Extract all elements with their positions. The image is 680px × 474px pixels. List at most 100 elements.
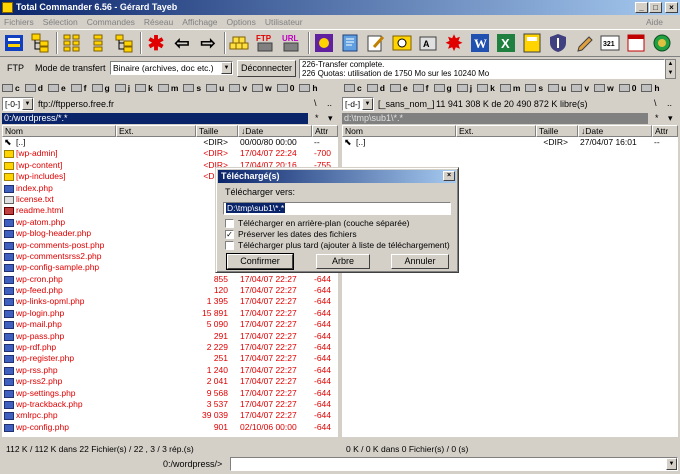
disconnect-button[interactable]: Déconnecter bbox=[237, 60, 296, 77]
file-row[interactable]: wp-mail.php 5 090 17/04/07 22:27 -644 bbox=[2, 319, 338, 330]
calculator-icon[interactable] bbox=[521, 32, 543, 54]
drive-button[interactable]: w bbox=[594, 83, 614, 93]
drive-button[interactable]: j bbox=[456, 83, 472, 93]
file-row[interactable]: wp-rss.php 1 240 17/04/07 22:27 -644 bbox=[2, 365, 338, 376]
menu-fichiers[interactable]: Fichiers bbox=[4, 17, 34, 27]
left-history-button[interactable]: * bbox=[315, 113, 319, 123]
brief-view-icon[interactable] bbox=[61, 32, 83, 54]
drive-button[interactable]: e bbox=[389, 83, 408, 93]
drive-button[interactable]: f bbox=[70, 83, 87, 93]
drive-button[interactable]: w bbox=[252, 83, 272, 93]
menu-utilisateur[interactable]: Utilisateur bbox=[265, 17, 303, 27]
right-current-path[interactable]: d:\tmp\sub1\*.* bbox=[342, 113, 648, 124]
menu-selection[interactable]: Sélection bbox=[43, 17, 78, 27]
left-drive-select[interactable]: [-0-] ▼ bbox=[2, 97, 34, 111]
file-row[interactable]: xmlrpc.php 39 039 17/04/07 22:27 -644 bbox=[2, 410, 338, 421]
maximize-button[interactable]: □ bbox=[649, 2, 662, 13]
tree-icon[interactable] bbox=[29, 32, 51, 54]
shield-icon[interactable] bbox=[547, 32, 569, 54]
right-drive-select[interactable]: [-d-] ▼ bbox=[342, 97, 374, 111]
plugin-icon[interactable] bbox=[313, 32, 335, 54]
full-view-icon[interactable] bbox=[87, 32, 109, 54]
ftp-connect-icon[interactable]: FTP bbox=[255, 32, 277, 54]
back-arrow-icon[interactable]: ⇦ bbox=[171, 32, 193, 54]
tree-button[interactable]: Arbre bbox=[316, 254, 370, 269]
file-row[interactable]: wp-pass.php 291 17/04/07 22:27 -644 bbox=[2, 331, 338, 342]
drive-button[interactable]: d bbox=[24, 83, 43, 93]
file-row[interactable]: wp-rss2.php 2 041 17/04/07 22:27 -644 bbox=[2, 376, 338, 387]
drive-button[interactable]: e bbox=[47, 83, 66, 93]
drive-button[interactable]: h bbox=[299, 83, 318, 93]
forward-arrow-icon[interactable]: ⇨ bbox=[197, 32, 219, 54]
drive-button[interactable]: k bbox=[135, 83, 153, 93]
column-size[interactable]: Taille bbox=[196, 125, 238, 137]
minimize-button[interactable]: _ bbox=[635, 2, 648, 13]
drive-button[interactable]: u bbox=[206, 83, 224, 93]
left-current-path[interactable]: 0:/wordpress/*.* bbox=[2, 113, 308, 124]
parent-button[interactable]: .. bbox=[327, 98, 332, 108]
file-row[interactable]: wp-links-opml.php 1 395 17/04/07 22:27 -644 bbox=[2, 296, 338, 307]
drive-button[interactable]: 0 bbox=[618, 83, 636, 93]
file-row[interactable]: ⬉ [..] <DIR> 27/04/07 16:01 -- bbox=[342, 137, 678, 148]
file-row[interactable]: wp-settings.php 9 568 17/04/07 22:27 -644 bbox=[2, 388, 338, 399]
root-button[interactable]: \ bbox=[314, 98, 317, 108]
splash-icon[interactable]: ✸ bbox=[443, 32, 465, 55]
left-hotlist-button[interactable]: ▾ bbox=[328, 113, 333, 124]
parent-button[interactable]: .. bbox=[667, 98, 672, 108]
download-later-checkbox[interactable]: Télécharger plus tard (ajouter à liste d… bbox=[225, 240, 450, 250]
drive-button[interactable]: v bbox=[571, 83, 589, 93]
column-attr[interactable]: Attr bbox=[312, 125, 338, 137]
drive-button[interactable]: h bbox=[641, 83, 660, 93]
refresh-icon[interactable] bbox=[3, 32, 25, 54]
right-hotlist-button[interactable]: ▾ bbox=[668, 113, 673, 124]
drive-button[interactable]: c bbox=[344, 83, 362, 93]
cancel-button[interactable]: Annuler bbox=[391, 254, 449, 269]
drive-button[interactable]: g bbox=[91, 83, 110, 93]
menu-affichage[interactable]: Affichage bbox=[182, 17, 217, 27]
column-name[interactable]: Nom bbox=[2, 125, 116, 137]
file-row[interactable]: [wp-admin] <DIR> 17/04/07 22:24 -700 bbox=[2, 148, 338, 159]
notes-icon[interactable] bbox=[339, 32, 361, 54]
file-row[interactable]: wp-config.php 901 02/10/06 00:00 -644 bbox=[2, 422, 338, 433]
url-connect-icon[interactable]: URL bbox=[281, 32, 303, 54]
pen-icon[interactable] bbox=[573, 32, 595, 54]
right-history-button[interactable]: * bbox=[655, 113, 659, 123]
close-button[interactable]: × bbox=[665, 2, 678, 13]
drive-button[interactable]: s bbox=[525, 83, 543, 93]
transfer-mode-select[interactable]: Binaire (archives, doc etc.) ▼ bbox=[110, 61, 233, 75]
search-icon[interactable] bbox=[391, 32, 413, 54]
confirm-button[interactable]: Confirmer bbox=[226, 253, 294, 270]
excel-icon[interactable]: X bbox=[495, 32, 517, 54]
file-row[interactable]: wp-trackback.php 3 537 17/04/07 22:27 -644 bbox=[2, 399, 338, 410]
preserve-dates-checkbox[interactable]: ✓ Préserver les dates des fichiers bbox=[225, 229, 357, 239]
file-row[interactable]: wp-feed.php 120 17/04/07 22:27 -644 bbox=[2, 285, 338, 296]
rename-icon[interactable]: A bbox=[417, 32, 439, 54]
drive-button[interactable]: m bbox=[499, 83, 520, 93]
file-row[interactable]: wp-cron.php 855 17/04/07 22:27 -644 bbox=[2, 274, 338, 285]
word-icon[interactable]: W bbox=[469, 32, 491, 54]
pack-files-icon[interactable] bbox=[229, 32, 251, 54]
column-ext[interactable]: Ext. bbox=[116, 125, 196, 137]
drive-button[interactable]: c bbox=[2, 83, 20, 93]
counter-icon[interactable]: 321 bbox=[599, 32, 621, 54]
file-row[interactable]: ⬉ [..] <DIR> 00/00/80 00:00 -- bbox=[2, 137, 338, 148]
globe-icon[interactable] bbox=[651, 32, 673, 54]
drive-button[interactable]: d bbox=[366, 83, 385, 93]
select-all-icon[interactable]: ✱ bbox=[145, 32, 167, 55]
file-row[interactable]: wp-rdf.php 2 229 17/04/07 22:27 -644 bbox=[2, 342, 338, 353]
drive-button[interactable]: v bbox=[229, 83, 247, 93]
column-ext[interactable]: Ext. bbox=[456, 125, 536, 137]
drive-button[interactable]: k bbox=[477, 83, 495, 93]
drive-button[interactable]: j bbox=[114, 83, 130, 93]
column-name[interactable]: Nom bbox=[342, 125, 456, 137]
file-row[interactable]: wp-register.php 251 17/04/07 22:27 -644 bbox=[2, 353, 338, 364]
edit-icon[interactable] bbox=[365, 32, 387, 54]
column-size[interactable]: Taille bbox=[536, 125, 578, 137]
drive-button[interactable]: m bbox=[157, 83, 178, 93]
menu-options[interactable]: Options bbox=[227, 17, 256, 27]
column-attr[interactable]: Attr bbox=[652, 125, 678, 137]
background-download-checkbox[interactable]: Télécharger en arrière-plan (couche sépa… bbox=[225, 218, 410, 228]
drive-button[interactable]: f bbox=[412, 83, 429, 93]
column-date[interactable]: ↓Date bbox=[238, 125, 312, 137]
calendar-icon[interactable] bbox=[625, 32, 647, 54]
